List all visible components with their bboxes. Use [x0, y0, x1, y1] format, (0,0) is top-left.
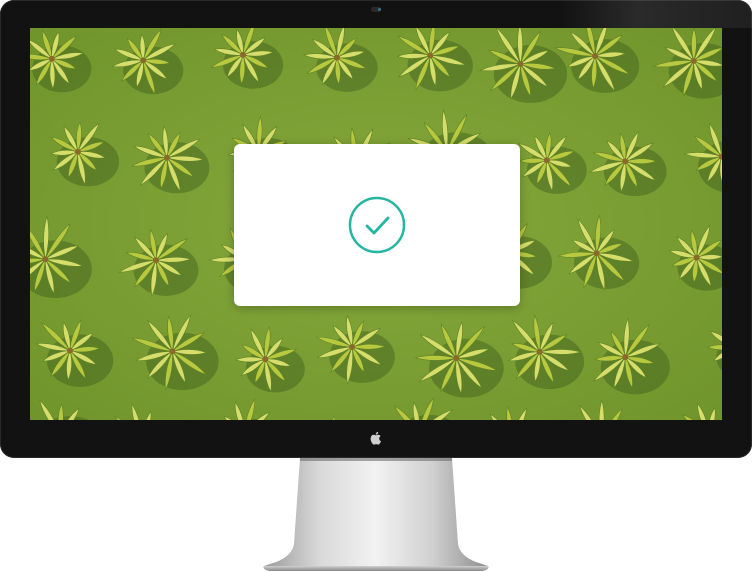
check-circle-icon: [348, 196, 406, 254]
camera-icon: [371, 7, 381, 12]
monitor-stage: [0, 0, 752, 572]
success-dialog: [234, 144, 520, 306]
apple-logo-icon: [370, 431, 381, 445]
monitor-stand: [263, 458, 489, 571]
screen: [30, 28, 722, 420]
